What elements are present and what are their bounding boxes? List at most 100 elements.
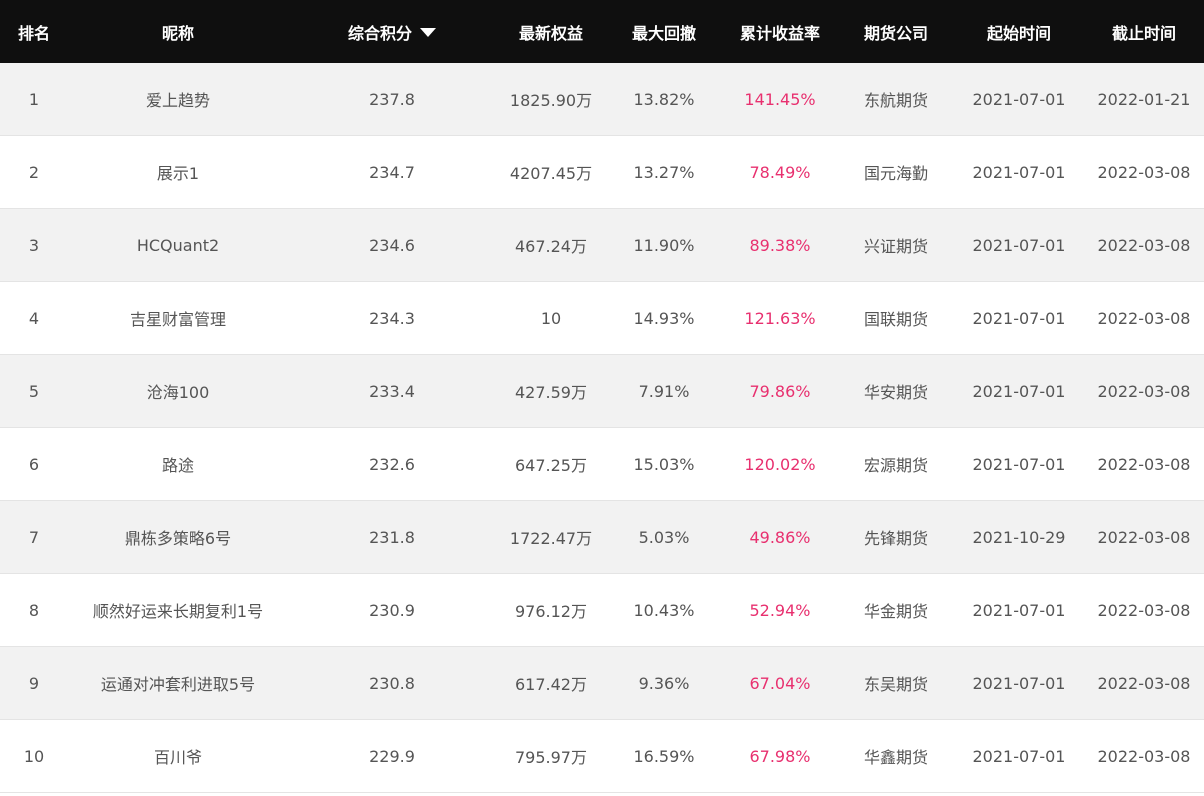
cell-start: 2021-07-01	[954, 719, 1084, 793]
cell-start: 2021-07-01	[954, 573, 1084, 647]
table-row[interactable]: 8 顺然好运来长期复利1号 230.9 976.12万 10.43% 52.94…	[0, 573, 1204, 647]
cell-company: 兴证期货	[838, 208, 954, 282]
cell-score: 229.9	[288, 719, 496, 793]
table-row[interactable]: 2 展示1 234.7 4207.45万 13.27% 78.49% 国元海勤 …	[0, 135, 1204, 209]
header-start[interactable]: 起始时间	[954, 0, 1084, 63]
cell-return: 89.38%	[722, 208, 838, 282]
cell-end: 2022-03-08	[1084, 208, 1204, 282]
header-drawdown[interactable]: 最大回撤	[606, 0, 722, 63]
cell-return: 67.04%	[722, 646, 838, 720]
header-rank[interactable]: 排名	[0, 0, 68, 63]
cell-equity: 976.12万	[496, 573, 606, 647]
table-row[interactable]: 6 路途 232.6 647.25万 15.03% 120.02% 宏源期货 2…	[0, 427, 1204, 501]
cell-drawdown: 7.91%	[606, 354, 722, 428]
cell-end: 2022-03-08	[1084, 646, 1204, 720]
cell-score: 232.6	[288, 427, 496, 501]
cell-rank: 9	[0, 646, 68, 720]
cell-score: 231.8	[288, 500, 496, 574]
table-row[interactable]: 10 百川爷 229.9 795.97万 16.59% 67.98% 华鑫期货 …	[0, 719, 1204, 793]
cell-drawdown: 9.36%	[606, 646, 722, 720]
cell-start: 2021-07-01	[954, 63, 1084, 136]
cell-score: 234.6	[288, 208, 496, 282]
cell-company: 华鑫期货	[838, 719, 954, 793]
table-row[interactable]: 5 沧海100 233.4 427.59万 7.91% 79.86% 华安期货 …	[0, 354, 1204, 428]
ranking-table: 排名 昵称 综合积分 最新权益 最大回撤 累计收益率 期货公司 起始时间 截止时…	[0, 0, 1204, 793]
header-score-label: 综合积分	[347, 23, 412, 43]
cell-company: 华金期货	[838, 573, 954, 647]
cell-nickname[interactable]: 展示1	[68, 135, 288, 209]
cell-score: 230.8	[288, 646, 496, 720]
header-equity[interactable]: 最新权益	[496, 0, 606, 63]
cell-score: 234.7	[288, 135, 496, 209]
cell-return: 121.63%	[722, 281, 838, 355]
cell-rank: 3	[0, 208, 68, 282]
cell-nickname[interactable]: 吉星财富管理	[68, 281, 288, 355]
table-row[interactable]: 1 爱上趋势 237.8 1825.90万 13.82% 141.45% 东航期…	[0, 63, 1204, 136]
cell-company: 宏源期货	[838, 427, 954, 501]
cell-company: 华安期货	[838, 354, 954, 428]
cell-start: 2021-07-01	[954, 646, 1084, 720]
cell-return: 141.45%	[722, 63, 838, 136]
cell-company: 东吴期货	[838, 646, 954, 720]
cell-equity: 647.25万	[496, 427, 606, 501]
cell-drawdown: 16.59%	[606, 719, 722, 793]
cell-nickname[interactable]: 爱上趋势	[68, 63, 288, 136]
cell-drawdown: 5.03%	[606, 500, 722, 574]
table-header: 排名 昵称 综合积分 最新权益 最大回撤 累计收益率 期货公司 起始时间 截止时…	[0, 0, 1204, 63]
table-row[interactable]: 9 运通对冲套利进取5号 230.8 617.42万 9.36% 67.04% …	[0, 646, 1204, 720]
cell-drawdown: 15.03%	[606, 427, 722, 501]
cell-end: 2022-03-08	[1084, 719, 1204, 793]
cell-score: 237.8	[288, 63, 496, 136]
cell-nickname[interactable]: HCQuant2	[68, 208, 288, 282]
cell-end: 2022-03-08	[1084, 427, 1204, 501]
cell-score: 233.4	[288, 354, 496, 428]
cell-return: 78.49%	[722, 135, 838, 209]
cell-end: 2022-03-08	[1084, 500, 1204, 574]
cell-equity: 1722.47万	[496, 500, 606, 574]
cell-equity: 427.59万	[496, 354, 606, 428]
cell-end: 2022-03-08	[1084, 573, 1204, 647]
cell-end: 2022-03-08	[1084, 281, 1204, 355]
cell-nickname[interactable]: 百川爷	[68, 719, 288, 793]
cell-end: 2022-03-08	[1084, 354, 1204, 428]
cell-rank: 1	[0, 63, 68, 136]
cell-nickname[interactable]: 路途	[68, 427, 288, 501]
cell-return: 49.86%	[722, 500, 838, 574]
cell-company: 国联期货	[838, 281, 954, 355]
cell-return: 67.98%	[722, 719, 838, 793]
table-row[interactable]: 4 吉星财富管理 234.3 10 14.93% 121.63% 国联期货 20…	[0, 281, 1204, 355]
cell-company: 国元海勤	[838, 135, 954, 209]
cell-start: 2021-07-01	[954, 281, 1084, 355]
cell-company: 东航期货	[838, 63, 954, 136]
cell-rank: 2	[0, 135, 68, 209]
header-row: 排名 昵称 综合积分 最新权益 最大回撤 累计收益率 期货公司 起始时间 截止时…	[0, 0, 1204, 63]
header-company[interactable]: 期货公司	[838, 0, 954, 63]
cell-return: 120.02%	[722, 427, 838, 501]
cell-rank: 7	[0, 500, 68, 574]
cell-start: 2021-07-01	[954, 427, 1084, 501]
header-nickname[interactable]: 昵称	[68, 0, 288, 63]
cell-start: 2021-07-01	[954, 135, 1084, 209]
sort-desc-triangle-icon[interactable]	[420, 27, 436, 37]
cell-nickname[interactable]: 鼎栋多策略6号	[68, 500, 288, 574]
cell-nickname[interactable]: 顺然好运来长期复利1号	[68, 573, 288, 647]
cell-start: 2021-07-01	[954, 208, 1084, 282]
cell-rank: 5	[0, 354, 68, 428]
header-return[interactable]: 累计收益率	[722, 0, 838, 63]
table-row[interactable]: 3 HCQuant2 234.6 467.24万 11.90% 89.38% 兴…	[0, 208, 1204, 282]
table-row[interactable]: 7 鼎栋多策略6号 231.8 1722.47万 5.03% 49.86% 先锋…	[0, 500, 1204, 574]
cell-rank: 4	[0, 281, 68, 355]
cell-return: 52.94%	[722, 573, 838, 647]
header-score-sort[interactable]: 综合积分	[288, 0, 496, 63]
cell-drawdown: 14.93%	[606, 281, 722, 355]
cell-start: 2021-07-01	[954, 354, 1084, 428]
header-end[interactable]: 截止时间	[1084, 0, 1204, 63]
cell-equity: 10	[496, 281, 606, 355]
cell-nickname[interactable]: 运通对冲套利进取5号	[68, 646, 288, 720]
cell-end: 2022-01-21	[1084, 63, 1204, 136]
cell-nickname[interactable]: 沧海100	[68, 354, 288, 428]
cell-rank: 10	[0, 719, 68, 793]
cell-equity: 4207.45万	[496, 135, 606, 209]
cell-drawdown: 10.43%	[606, 573, 722, 647]
cell-score: 234.3	[288, 281, 496, 355]
